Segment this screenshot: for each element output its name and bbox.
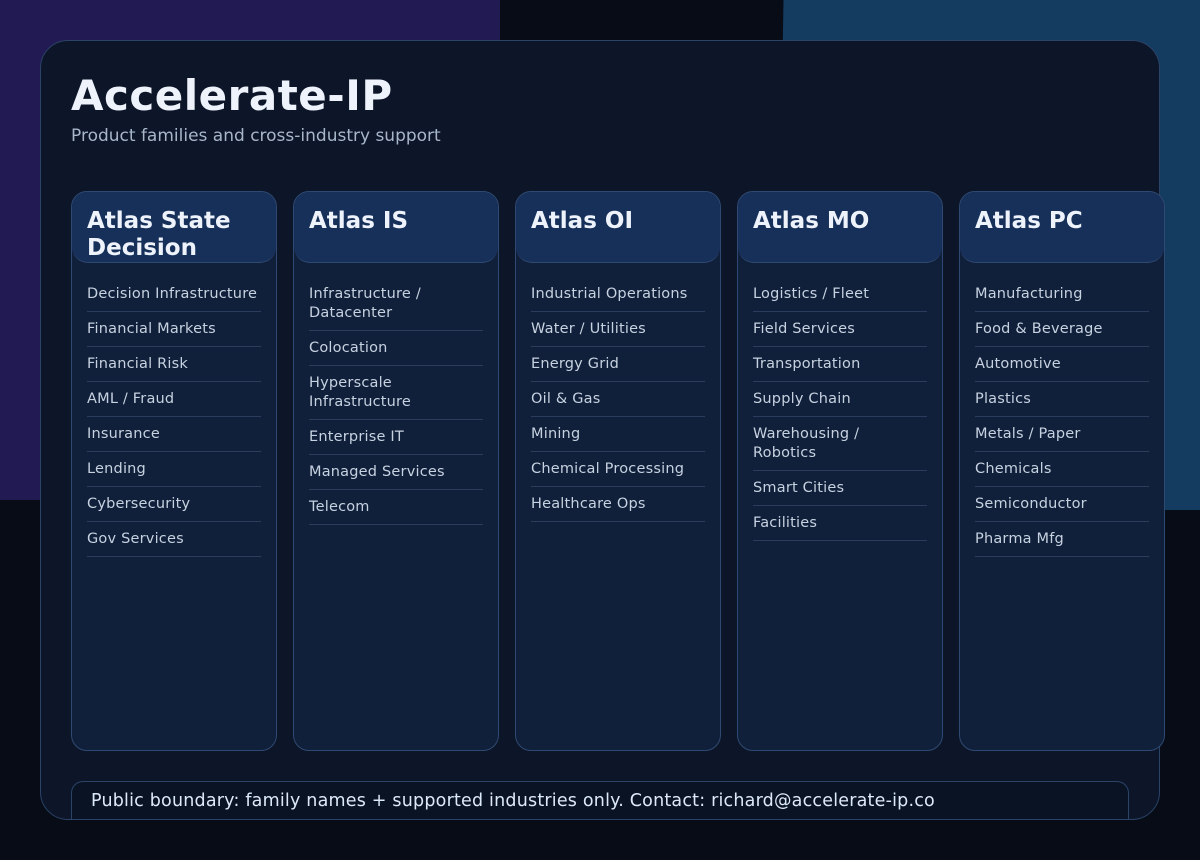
family-card-atlas-oi: Atlas OI Industrial Operations Water / U… [515, 191, 721, 751]
industry-item: Gov Services [87, 530, 261, 557]
industry-item: Supply Chain [753, 390, 927, 417]
industry-item: Cybersecurity [87, 495, 261, 522]
industry-item: Food & Beverage [975, 320, 1149, 347]
industry-item: Enterprise IT [309, 428, 483, 455]
industry-list: Manufacturing Food & Beverage Automotive… [975, 285, 1149, 557]
industry-item: Decision Infrastructure [87, 285, 261, 312]
industry-item: AML / Fraud [87, 390, 261, 417]
industry-item: Automotive [975, 355, 1149, 382]
family-card-header: Atlas MO [738, 192, 942, 263]
industry-item: Energy Grid [531, 355, 705, 382]
industry-item: Transportation [753, 355, 927, 382]
footer-notice: Public boundary: family names + supporte… [71, 781, 1129, 819]
family-title: Atlas IS [309, 208, 409, 234]
industry-item: Pharma Mfg [975, 530, 1149, 557]
industry-item: Manufacturing [975, 285, 1149, 312]
family-card-header: Atlas State Decision [72, 192, 276, 263]
family-card-atlas-is: Atlas IS Infrastructure / Datacenter Col… [293, 191, 499, 751]
industry-item: Colocation [309, 339, 483, 366]
family-title: Atlas MO [753, 208, 870, 234]
industry-item: Chemicals [975, 460, 1149, 487]
page-subtitle: Product families and cross-industry supp… [71, 126, 441, 146]
industry-item: Facilities [753, 514, 927, 541]
family-card-atlas-state-decision: Atlas State Decision Decision Infrastruc… [71, 191, 277, 751]
industry-item: Chemical Processing [531, 460, 705, 487]
industry-item: Plastics [975, 390, 1149, 417]
main-panel: Accelerate-IP Product families and cross… [40, 40, 1165, 820]
industry-item: Logistics / Fleet [753, 285, 927, 312]
industry-list: Industrial Operations Water / Utilities … [531, 285, 705, 522]
industry-item: Financial Markets [87, 320, 261, 347]
industry-item: Telecom [309, 498, 483, 525]
industry-item: Financial Risk [87, 355, 261, 382]
family-title: Atlas State Decision [87, 208, 231, 261]
family-title: Atlas PC [975, 208, 1083, 234]
family-card-header: Atlas OI [516, 192, 720, 263]
family-card-header: Atlas PC [960, 192, 1164, 263]
industry-item: Oil & Gas [531, 390, 705, 417]
industry-item: Smart Cities [753, 479, 927, 506]
industry-item: Mining [531, 425, 705, 452]
industry-item: Hyperscale Infrastructure [309, 374, 483, 420]
family-card-atlas-mo: Atlas MO Logistics / Fleet Field Service… [737, 191, 943, 751]
industry-item: Semiconductor [975, 495, 1149, 522]
industry-list: Logistics / Fleet Field Services Transpo… [753, 285, 927, 541]
page-title: Accelerate-IP [71, 71, 393, 120]
industry-item: Infrastructure / Datacenter [309, 285, 483, 331]
industry-list: Infrastructure / Datacenter Colocation H… [309, 285, 483, 525]
industry-item: Healthcare Ops [531, 495, 705, 522]
family-card-header: Atlas IS [294, 192, 498, 263]
industry-item: Managed Services [309, 463, 483, 490]
industry-item: Insurance [87, 425, 261, 452]
industry-item: Warehousing / Robotics [753, 425, 927, 471]
industry-item: Water / Utilities [531, 320, 705, 347]
family-title: Atlas OI [531, 208, 634, 234]
family-card-atlas-pc: Atlas PC Manufacturing Food & Beverage A… [959, 191, 1165, 751]
industry-item: Industrial Operations [531, 285, 705, 312]
industry-item: Field Services [753, 320, 927, 347]
industry-list: Decision Infrastructure Financial Market… [87, 285, 261, 557]
industry-item: Lending [87, 460, 261, 487]
industry-item: Metals / Paper [975, 425, 1149, 452]
